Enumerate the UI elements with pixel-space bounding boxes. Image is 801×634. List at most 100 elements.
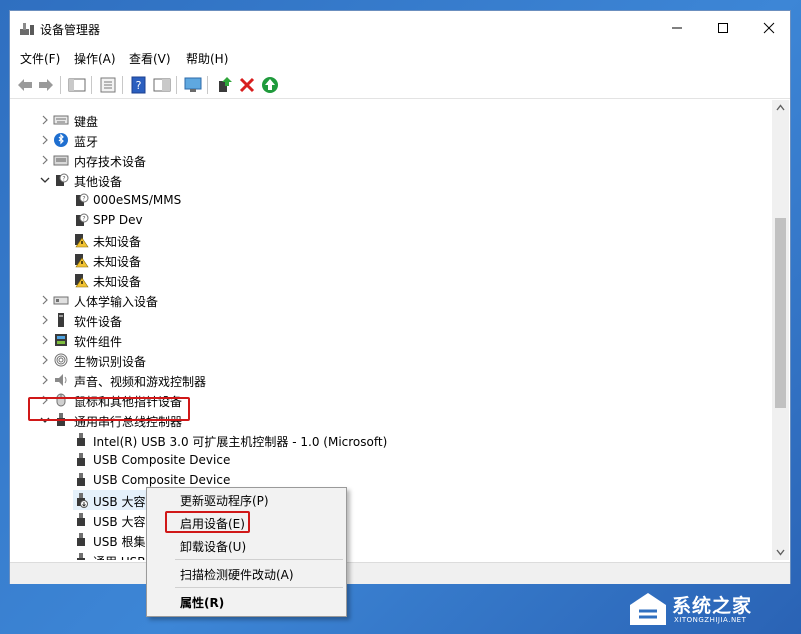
update-driver-icon[interactable] bbox=[216, 76, 234, 94]
maximize-button[interactable] bbox=[700, 11, 746, 45]
chevron-right-icon[interactable] bbox=[40, 294, 50, 306]
keyboard-icon bbox=[53, 112, 69, 128]
toolbar-separator bbox=[91, 76, 92, 94]
warning-device-icon bbox=[73, 252, 89, 268]
usb-icon bbox=[73, 452, 89, 468]
software-component-icon bbox=[53, 332, 69, 348]
menu-view[interactable]: 查看(V) bbox=[129, 50, 171, 67]
toolbar: ? bbox=[10, 71, 790, 99]
tree-item[interactable]: ? 其他设备 bbox=[11, 170, 772, 190]
tree-item-label: USB Composite Device bbox=[93, 453, 231, 467]
menu-file[interactable]: 文件(F) bbox=[20, 50, 60, 67]
forward-arrow-icon[interactable] bbox=[37, 76, 55, 94]
bluetooth-icon bbox=[53, 132, 69, 148]
device-manager-window: 设备管理器 文件(F) 操作(A) 查看(V) 帮助(H) ? 键盘 蓝牙 内存… bbox=[9, 10, 791, 584]
tree-item[interactable]: 未知设备 bbox=[11, 230, 772, 250]
tree-item[interactable]: USB 大容 bbox=[11, 510, 772, 530]
help-icon[interactable]: ? bbox=[130, 76, 148, 94]
scroll-up-icon[interactable] bbox=[776, 104, 785, 111]
scroll-down-icon[interactable] bbox=[776, 549, 785, 556]
chevron-right-icon[interactable] bbox=[40, 114, 50, 126]
chevron-right-icon[interactable] bbox=[40, 334, 50, 346]
tree-item[interactable]: Intel(R) USB 3.0 可扩展主机控制器 - 1.0 (Microso… bbox=[11, 430, 772, 450]
enable-device-icon[interactable] bbox=[261, 76, 279, 94]
menu-properties[interactable]: 属性(R) bbox=[180, 594, 224, 611]
tree-item-label: 未知设备 bbox=[93, 235, 142, 249]
tree-item[interactable]: ? SPP Dev bbox=[11, 210, 772, 230]
highlight-enable-device bbox=[165, 511, 250, 533]
minimize-icon bbox=[672, 27, 682, 29]
view-panel-icon[interactable] bbox=[153, 76, 171, 94]
tree-item[interactable]: 声音、视频和游戏控制器 bbox=[11, 370, 772, 390]
menu-uninstall-device[interactable]: 卸载设备(U) bbox=[180, 538, 246, 555]
tree-item-label: 内存技术设备 bbox=[74, 155, 147, 169]
scrollbar-thumb[interactable] bbox=[775, 218, 786, 408]
tree-item-label: Intel(R) USB 3.0 可扩展主机控制器 - 1.0 (Microso… bbox=[93, 435, 388, 449]
toolbar-separator bbox=[176, 76, 177, 94]
menu-help[interactable]: 帮助(H) bbox=[186, 50, 228, 67]
close-button[interactable] bbox=[746, 11, 792, 45]
device-tree[interactable]: 键盘 蓝牙 内存技术设备? 其他设备? 000eSMS/MMS? SPP Dev 未知设备未… bbox=[11, 100, 772, 560]
menu-bar: 文件(F) 操作(A) 查看(V) 帮助(H) bbox=[10, 47, 790, 69]
chevron-right-icon[interactable] bbox=[40, 374, 50, 386]
tree-item[interactable]: 内存技术设备 bbox=[11, 150, 772, 170]
tree-item[interactable]: USB 根集 bbox=[11, 530, 772, 550]
chevron-right-icon[interactable] bbox=[40, 134, 50, 146]
unknown-device-icon: ? bbox=[73, 212, 89, 228]
tree-item[interactable]: 通用 USB bbox=[11, 550, 772, 560]
tree-item[interactable]: 键盘 bbox=[11, 110, 772, 130]
uninstall-x-icon[interactable] bbox=[238, 76, 256, 94]
software-device-icon bbox=[53, 312, 69, 328]
device-manager-icon bbox=[20, 23, 34, 35]
tree-item[interactable]: 软件组件 bbox=[11, 330, 772, 350]
watermark-url: XITONGZHIJIA.NET bbox=[674, 616, 747, 624]
chevron-right-icon[interactable] bbox=[40, 354, 50, 366]
properties-sheet-icon[interactable] bbox=[99, 76, 117, 94]
back-arrow-icon[interactable] bbox=[16, 76, 34, 94]
tree-item-label: 软件组件 bbox=[74, 335, 123, 349]
menu-update-driver[interactable]: 更新驱动程序(P) bbox=[180, 492, 269, 509]
menu-scan-hardware[interactable]: 扫描检测硬件改动(A) bbox=[180, 566, 294, 583]
tree-item-label: USB 大容 bbox=[93, 515, 146, 529]
tree-item[interactable]: 软件设备 bbox=[11, 310, 772, 330]
tree-item-label: 蓝牙 bbox=[74, 135, 99, 149]
menu-action[interactable]: 操作(A) bbox=[74, 50, 116, 67]
tree-item[interactable]: 未知设备 bbox=[11, 270, 772, 290]
maximize-icon bbox=[718, 23, 728, 33]
warning-device-icon bbox=[73, 272, 89, 288]
show-hide-tree-icon[interactable] bbox=[68, 76, 86, 94]
tree-item-label: 其他设备 bbox=[74, 175, 123, 189]
minimize-button[interactable] bbox=[654, 11, 700, 45]
tree-item-label: 000eSMS/MMS bbox=[93, 193, 182, 207]
tree-item[interactable]: 未知设备 bbox=[11, 250, 772, 270]
context-menu: 更新驱动程序(P) 启用设备(E) 卸载设备(U) 扫描检测硬件改动(A) 属性… bbox=[146, 487, 347, 617]
svg-text:?: ? bbox=[82, 216, 85, 223]
tree-item[interactable]: 生物识别设备 bbox=[11, 350, 772, 370]
chevron-down-icon[interactable] bbox=[40, 174, 50, 186]
watermark-logo-icon bbox=[630, 593, 666, 625]
tree-item[interactable]: ? 000eSMS/MMS bbox=[11, 190, 772, 210]
svg-text:?: ? bbox=[136, 79, 142, 92]
watermark: 系统之家 XITONGZHIJIA.NET bbox=[622, 587, 794, 631]
tree-item-label: USB Composite Device bbox=[93, 473, 231, 487]
usb-icon bbox=[73, 552, 89, 560]
tree-item[interactable]: USB Composite Device bbox=[11, 470, 772, 490]
tree-item-label: SPP Dev bbox=[93, 213, 143, 227]
tree-item[interactable]: 蓝牙 bbox=[11, 130, 772, 150]
tree-item[interactable]: 人体学输入设备 bbox=[11, 290, 772, 310]
chevron-right-icon[interactable] bbox=[40, 154, 50, 166]
tree-item-label: 未知设备 bbox=[93, 275, 142, 289]
chevron-right-icon[interactable] bbox=[40, 314, 50, 326]
title-bar[interactable]: 设备管理器 bbox=[10, 11, 790, 45]
watermark-text: 系统之家 bbox=[672, 595, 753, 617]
speaker-icon bbox=[53, 372, 69, 388]
vertical-scrollbar[interactable] bbox=[772, 100, 789, 560]
tree-item-label: USB 根集 bbox=[93, 535, 146, 549]
toolbar-separator bbox=[207, 76, 208, 94]
toolbar-separator bbox=[60, 76, 61, 94]
scan-monitor-icon[interactable] bbox=[184, 76, 202, 94]
tree-item-label: 生物识别设备 bbox=[74, 355, 147, 369]
close-icon bbox=[763, 22, 775, 34]
hid-icon bbox=[53, 292, 69, 308]
tree-item[interactable]: USB Composite Device bbox=[11, 450, 772, 470]
